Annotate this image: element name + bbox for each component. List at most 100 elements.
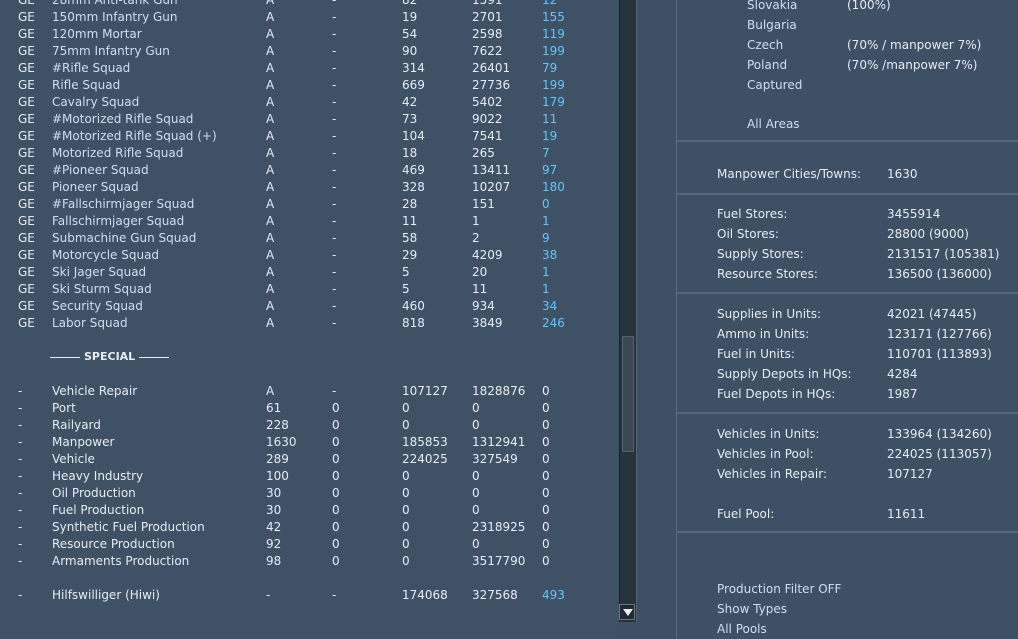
stat-label: Supply Stores: (717, 247, 804, 261)
table-row[interactable]: GE Ski Sturm Squad A -5 11 1 (0, 281, 617, 298)
row-col6: 3849 (472, 316, 503, 330)
divider (677, 292, 1018, 294)
table-row[interactable]: GE #Motorized Rifle Squad (+) A - 104 7541 19 (0, 128, 617, 145)
row-status: A (266, 112, 275, 126)
table-row[interactable]: GE Ski Jager Squad A - 5 20 1 (0, 264, 617, 281)
row-col7: 119 (542, 27, 565, 41)
row-col5: 90 (402, 44, 418, 58)
row-col6: 327568 (472, 588, 518, 602)
row-name: #Motorized Rifle Squad (+) (52, 129, 217, 143)
row-col4: 0 (332, 469, 340, 483)
row-name: #Rifle Squad (52, 61, 131, 75)
row-country: - (18, 401, 23, 415)
table-row[interactable]: GE Cavalry Squad A - 42 5402 179 (0, 94, 617, 111)
row-name: Vehicle Repair (52, 384, 138, 398)
row-status: A (266, 10, 275, 24)
row-col7: 0 (542, 452, 550, 466)
row-name: Security Squad (52, 299, 143, 313)
table-row[interactable]: GE Labor Squad A - 818 3849 246 (0, 315, 617, 332)
area-link[interactable]: Czech (747, 35, 783, 55)
table-row[interactable]: - Port 61 0 0 0 0 (0, 400, 617, 417)
table-row[interactable]: GE 120mm Mortar A - 54 2598 119 (0, 26, 617, 43)
table-row[interactable]: GE Fallschirmjager Squad A -11 1 1 (0, 213, 617, 230)
table-row[interactable]: - Vehicle 289 0 224025 327549 0 (0, 451, 617, 468)
row-col5: 0 (402, 537, 410, 551)
row-name: Hilfswilliger (Hiwi) (52, 588, 160, 602)
row-col7: 155 (542, 10, 565, 24)
row-col7: 179 (542, 95, 565, 109)
vertical-scrollbar[interactable] (619, 0, 637, 622)
stat-label: Supply Depots in HQs: (717, 367, 852, 381)
row-country: - (18, 486, 23, 500)
row-col4: 0 (332, 503, 340, 517)
row-status: A (266, 146, 275, 160)
row-status: A (266, 180, 275, 194)
row-col5: 185853 (402, 435, 448, 449)
row-name: Heavy Industry (52, 469, 144, 483)
production-filter-toggle[interactable]: Production Filter OFF (717, 579, 841, 599)
table-row[interactable]: - Manpower 1630 0 185853 1312941 0 (0, 434, 617, 451)
stat-label: Fuel Depots in HQs: (717, 387, 836, 401)
row-col7: 1 (542, 214, 550, 228)
area-link[interactable]: Slovakia (747, 0, 797, 15)
scroll-down-button[interactable] (619, 604, 635, 620)
table-row[interactable]: GE 75mm Infantry Gun A - 90 7622 199 (0, 43, 617, 60)
row-col6: 4209 (472, 248, 503, 262)
stat-label: Oil Stores: (717, 227, 779, 241)
row-col7: 0 (542, 503, 550, 517)
table-row[interactable]: GE #Motorized Rifle Squad A - 73 9022 11 (0, 111, 617, 128)
row-col5: 5 (402, 282, 410, 296)
table-row[interactable]: - Synthetic Fuel Production 42 0 0 2318925 0 (0, 519, 617, 536)
table-row[interactable]: - Railyard 228 0 0 0 0 (0, 417, 617, 434)
table-row[interactable]: GE Pioneer Squad A - 328 10207 180 (0, 179, 617, 196)
row-col6: 20 (472, 265, 488, 279)
table-row-hiwi[interactable]: - Hilfswilliger (Hiwi) - - 174068 327568… (0, 587, 617, 604)
row-col6: 5402 (472, 95, 503, 109)
table-row[interactable]: GE #Fallschirmjager Squad A - 28 151 0 (0, 196, 617, 213)
table-row[interactable]: - Fuel Production 30 0 0 0 0 (0, 502, 617, 519)
table-row[interactable]: GE #Pioneer Squad A - 469 13411 97 (0, 162, 617, 179)
production-summary-panel: Slovakia (100%) Bulgaria Czech (70% / manpow… (676, 0, 1018, 639)
row-status: 61 (266, 401, 282, 415)
stat-label: Vehicles in Units: (717, 427, 820, 441)
table-row[interactable]: GE Motorized Rifle Squad A - 18 265 7 (0, 145, 617, 162)
row-country: GE (18, 214, 35, 228)
row-col6: 0 (472, 401, 480, 415)
stat-value: 107127 (887, 467, 933, 481)
table-row[interactable]: - Vehicle Repair A - 107127 1828876 0 (0, 383, 617, 400)
row-status: A (266, 384, 275, 398)
row-country: - (18, 520, 23, 534)
row-status: A (266, 265, 275, 279)
row-col7: 97 (542, 163, 558, 177)
table-row[interactable]: GE Security Squad A - 460 934 34 (0, 298, 617, 315)
row-status: A (266, 231, 275, 245)
row-status: 100 (266, 469, 289, 483)
row-col6: 26401 (472, 61, 511, 75)
table-row[interactable]: - Resource Production 92 0 0 0 0 (0, 536, 617, 553)
show-types-button[interactable]: Show Types (717, 599, 787, 619)
table-row[interactable]: GE 28mm Anti-tank Gun A - 82 1591 12 (0, 0, 617, 9)
row-country: GE (18, 197, 35, 211)
table-row[interactable]: GE 150mm Infantry Gun A - 19 2701 155 (0, 9, 617, 26)
row-col5: 73 (402, 112, 418, 126)
table-row[interactable]: GE Motorcycle Squad A - 29 4209 38 (0, 247, 617, 264)
row-status: A (266, 61, 275, 75)
row-name: Railyard (52, 418, 101, 432)
row-country: GE (18, 265, 35, 279)
table-row[interactable]: - Heavy Industry 100 0 0 0 0 (0, 468, 617, 485)
area-link[interactable]: Bulgaria (747, 15, 797, 35)
manpower-value: 1630 (887, 167, 918, 181)
table-row[interactable]: - Oil Production 30 0 0 0 0 (0, 485, 617, 502)
row-col6: 1591 (472, 0, 503, 7)
table-row[interactable]: GE Submachine Gun Squad A - 58 2 9 (0, 230, 617, 247)
row-col4: - (332, 384, 337, 398)
all-pools-button[interactable]: All Pools (717, 619, 767, 639)
row-name: Port (52, 401, 76, 415)
area-link[interactable]: Captured (747, 75, 802, 95)
table-row[interactable]: - Armaments Production 98 0 0 3517790 0 (0, 553, 617, 570)
area-link[interactable]: Poland (747, 55, 787, 75)
scrollbar-thumb[interactable] (622, 336, 634, 452)
table-row[interactable]: GE Rifle Squad A - 669 27736 199 (0, 77, 617, 94)
all-areas-link[interactable]: All Areas (747, 114, 800, 134)
table-row[interactable]: GE #Rifle Squad A - 314 26401 79 (0, 60, 617, 77)
